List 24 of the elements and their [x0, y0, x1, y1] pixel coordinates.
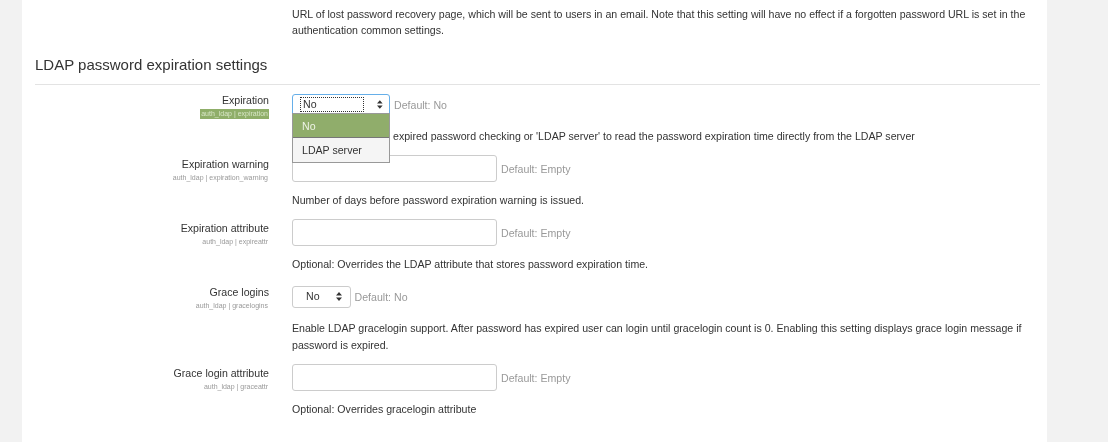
setting-label: Grace login attribute [173, 366, 269, 380]
select-dropdown[interactable]: No [292, 285, 351, 308]
setting-description: expired password checking or 'LDAP server' to read the password expiration time directly from the LDAP server [393, 129, 916, 144]
section-heading: LDAP password expiration settings [35, 55, 269, 75]
default-value: Default: No [394, 98, 447, 111]
default-value: Default: Empty [501, 371, 571, 384]
setting-label: Expiration [221, 93, 269, 107]
text-input[interactable] [292, 219, 497, 246]
text-input[interactable] [292, 364, 497, 391]
default-value: Default: Empty [501, 226, 571, 239]
setting-description: URL of lost password recovery page, which will be sent to users in an email. Note that this setting will have no effect if a forgotten password URL is set in the authentication common settings. [292, 7, 1027, 38]
setting-label: Expiration attribute [180, 221, 269, 235]
setting-description: Optional: Overrides the LDAP attribute that stores password expiration time. [292, 257, 650, 272]
setting-label: Grace logins [209, 285, 269, 299]
setting-description: Enable LDAP gracelogin support. After password has expired user can login until gracelogin count is 0. Enabling this setting displays grace login message if password is expired. [292, 321, 1023, 353]
setting-label: Expiration warning [181, 157, 269, 171]
dropdown-option[interactable]: LDAP server [293, 138, 389, 162]
sort-arrows-icon [335, 292, 342, 301]
setting-description: Optional: Overrides gracelogin attribute [292, 402, 478, 417]
select-dropdown[interactable]: No [292, 93, 390, 116]
default-value: Default: No [354, 290, 408, 303]
setting-description: Number of days before password expiration warning is issued. [292, 193, 586, 208]
default-value: Default: Empty [501, 162, 571, 175]
sort-arrows-icon [377, 100, 383, 109]
